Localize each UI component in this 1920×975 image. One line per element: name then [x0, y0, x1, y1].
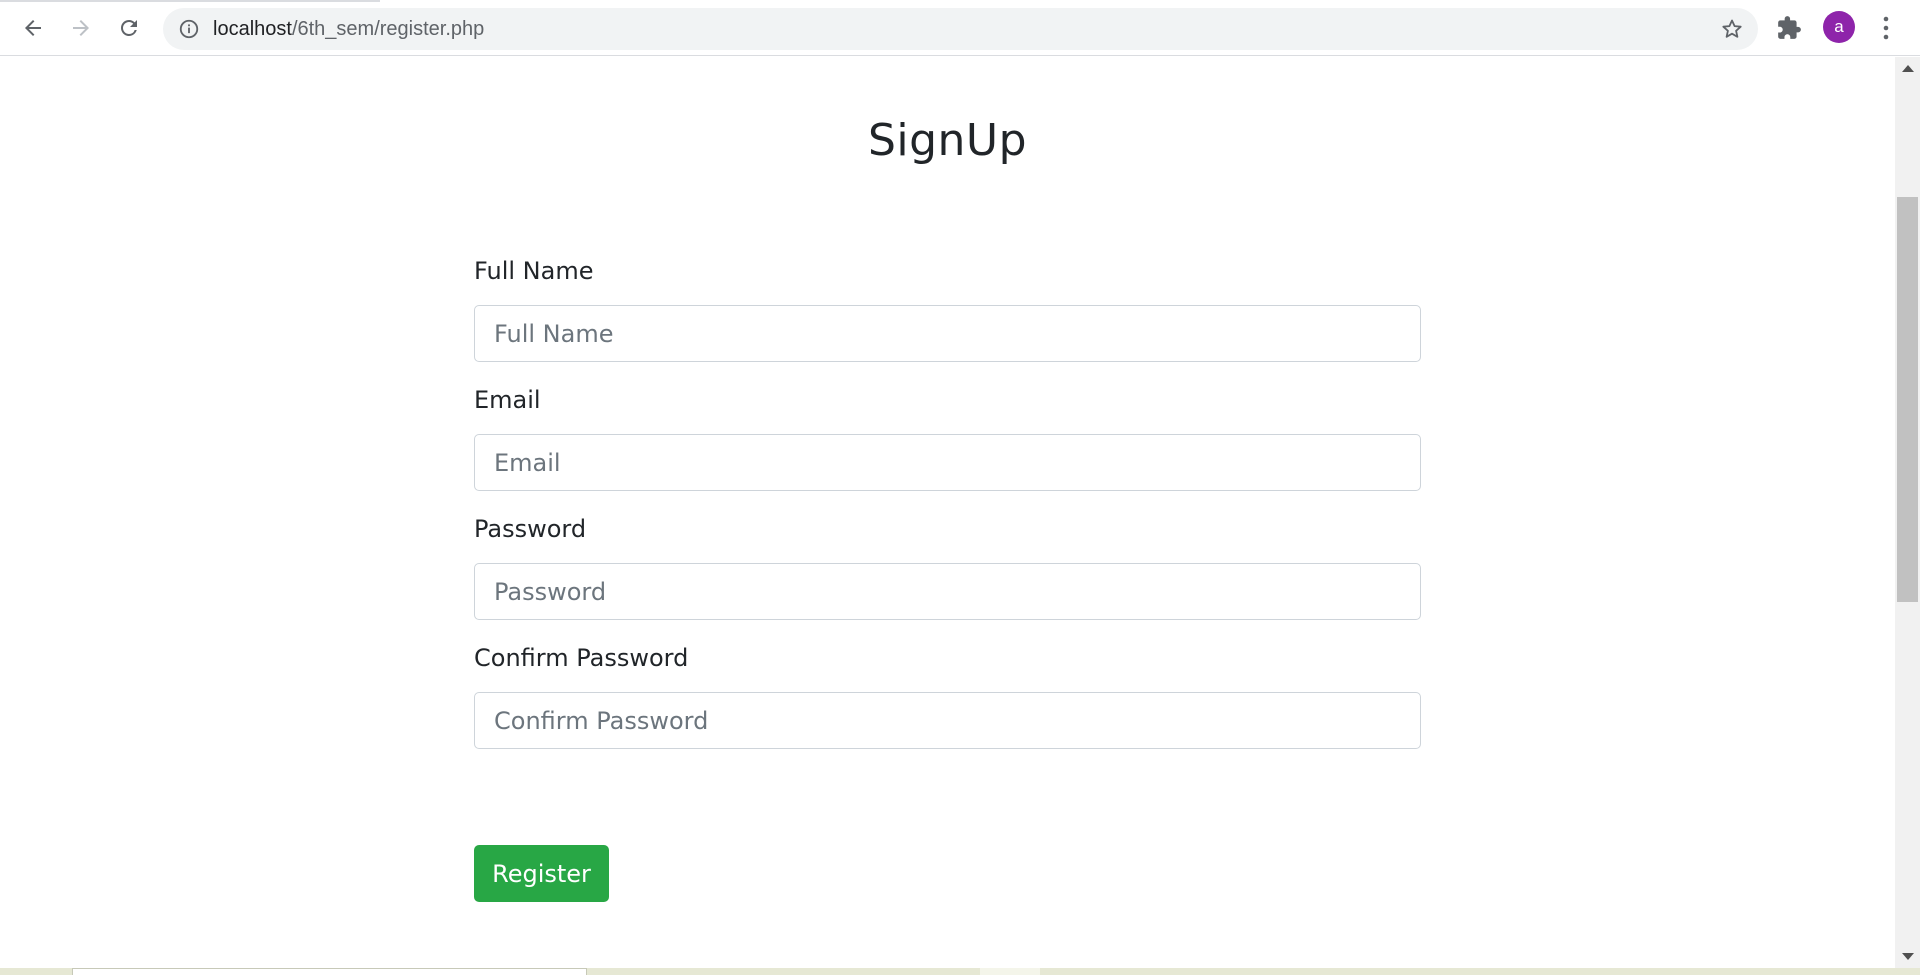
tab-strip-edge — [0, 0, 380, 2]
full-name-label: Full Name — [474, 257, 594, 285]
reload-button[interactable] — [109, 8, 149, 48]
email-label: Email — [474, 386, 541, 414]
url-host: localhost — [213, 18, 292, 40]
email-input[interactable] — [474, 434, 1421, 491]
address-bar[interactable]: localhost/6th_sem/register.php — [163, 8, 1758, 50]
vertical-scrollbar[interactable] — [1895, 57, 1920, 968]
forward-button[interactable] — [61, 8, 101, 48]
browser-toolbar: localhost/6th_sem/register.php a — [0, 0, 1920, 56]
reload-icon — [121, 20, 137, 36]
url-path: /6th_sem/register.php — [291, 18, 485, 40]
back-arrow-icon — [25, 20, 41, 36]
password-label: Password — [474, 515, 587, 543]
star-icon[interactable] — [1720, 17, 1744, 41]
scroll-up-arrow-icon[interactable] — [1902, 65, 1914, 72]
url-text: localhost/6th_sem/register.php — [213, 8, 484, 50]
page-title: SignUp — [867, 115, 1028, 166]
register-button[interactable]: Register — [474, 845, 609, 902]
back-button[interactable] — [13, 8, 53, 48]
password-input[interactable] — [474, 563, 1421, 620]
bottom-strip-divider — [980, 968, 1040, 975]
profile-avatar[interactable]: a — [1823, 11, 1855, 43]
info-icon[interactable] — [178, 18, 200, 40]
forward-arrow-icon — [73, 20, 89, 36]
full-name-input[interactable] — [474, 305, 1421, 362]
confirm-password-label: Confirm Password — [474, 644, 689, 672]
kebab-menu-icon[interactable] — [1876, 13, 1896, 43]
bottom-panel-tab — [72, 968, 587, 975]
scroll-thumb[interactable] — [1897, 197, 1918, 602]
bottom-edge-strip — [0, 968, 1920, 975]
page-viewport: SignUp Full Name Email Password Confirm … — [0, 57, 1895, 968]
confirm-password-input[interactable] — [474, 692, 1421, 749]
scroll-down-arrow-icon[interactable] — [1902, 953, 1914, 960]
puzzle-extension-icon[interactable] — [1776, 15, 1802, 41]
